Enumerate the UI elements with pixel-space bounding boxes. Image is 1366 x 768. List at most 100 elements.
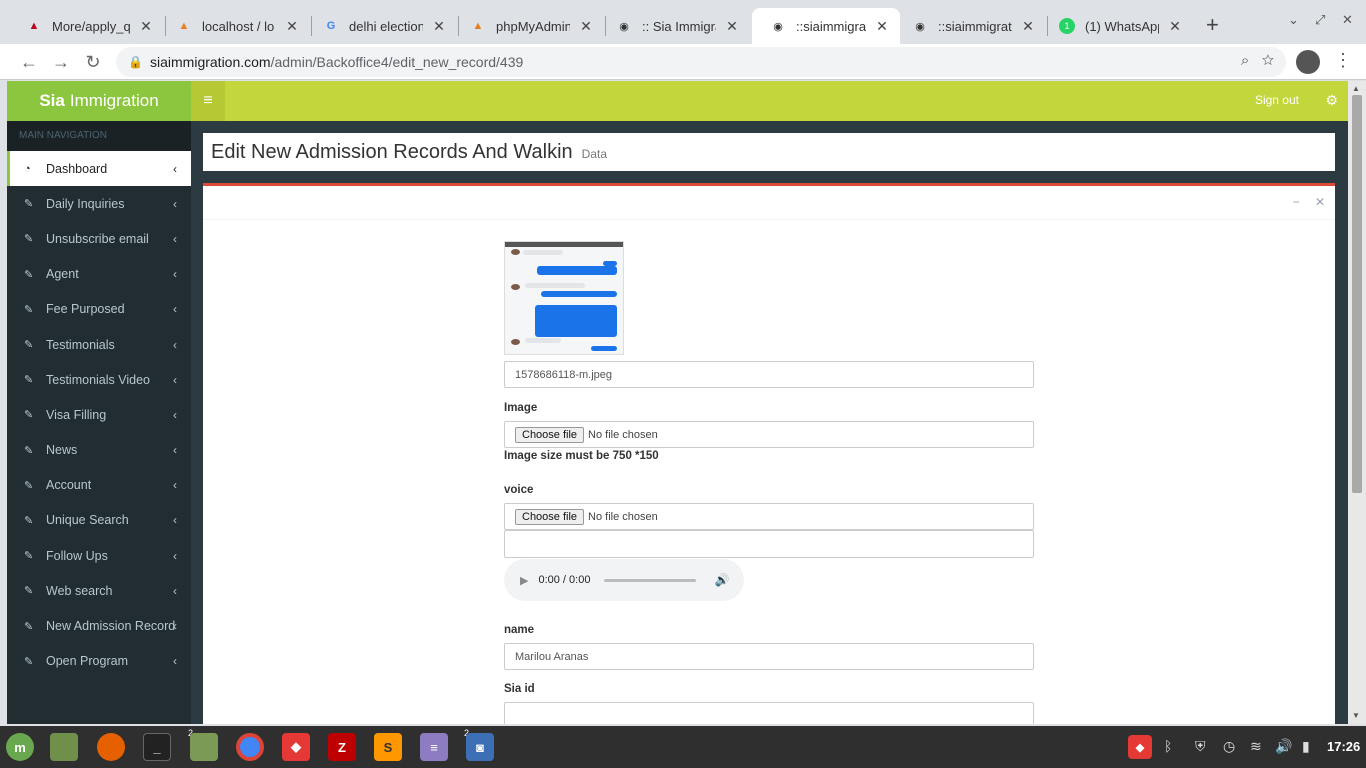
voice-choose-file-button[interactable]: Choose file (515, 508, 585, 525)
browser-tab-5[interactable]: ◉ :: Sia Immigrat ✕ (598, 8, 750, 44)
browser-tab-1[interactable]: ▲ More/apply_q ✕ (8, 8, 164, 44)
scroll-down-icon[interactable]: ▼ (1352, 711, 1360, 720)
name-label: name (504, 624, 535, 636)
battery-icon[interactable]: ▮ (1302, 738, 1310, 755)
forward-arrow-icon[interactable]: → (49, 50, 73, 74)
back-arrow-icon[interactable]: ← (17, 50, 41, 74)
audio-seek-slider[interactable] (604, 578, 697, 582)
pma-icon: ▲ (178, 20, 190, 32)
sublime-icon[interactable]: S (374, 733, 402, 761)
close-icon[interactable]: ✕ (874, 18, 890, 35)
maximize-icon[interactable]: ⤢ (1315, 12, 1325, 28)
chevron-left-icon: ‹ (173, 231, 177, 246)
browser-tab-4[interactable]: ▲ phpMyAdmin ✕ (452, 8, 604, 44)
form-box: − ✕ 1578686118-m.jpeg Image Choose file … (203, 183, 1335, 724)
image-file-input[interactable]: Choose file No file chosen (504, 421, 1034, 448)
chevron-left-icon: ‹ (173, 267, 177, 282)
new-tab-button[interactable]: + (1206, 14, 1219, 36)
reload-icon[interactable]: ↻ (81, 50, 105, 74)
hamburger-icon[interactable]: ≡ (191, 81, 225, 121)
top-navbar: ≡ Sign out ⚙ (191, 81, 1348, 121)
play-icon[interactable]: ▶ (520, 574, 528, 587)
nav-header: MAIN NAVIGATION (7, 121, 191, 151)
clock-icon[interactable]: ◷ (1223, 738, 1235, 755)
chevron-left-icon: ‹ (173, 619, 177, 634)
audio-player: ▶ 0:00 / 0:00 🔊 (504, 559, 744, 601)
sidebar-item-unique-search[interactable]: ✎ Unique Search ‹ (7, 503, 191, 538)
chevron-left-icon: ‹ (173, 548, 177, 563)
tab-title: (1) WhatsApp (1085, 18, 1159, 34)
sidebar-item-new-admission-record[interactable]: ✎ New Admission Record ‹ (7, 608, 191, 643)
sidebar-item-account[interactable]: ✎ Account ‹ (7, 468, 191, 503)
image-choose-file-button[interactable]: Choose file (515, 426, 585, 443)
browser-tab-8[interactable]: 1 (1) WhatsApp ✕ (1041, 8, 1193, 44)
address-bar[interactable]: 🔒 siaimmigration.com/admin/Backoffice4/e… (116, 47, 1286, 77)
sidebar-item-visa-filling[interactable]: ✎ Visa Filling ‹ (7, 397, 191, 432)
terminal-icon[interactable]: _ (143, 733, 171, 761)
voice-file-input[interactable]: Choose file No file chosen (504, 503, 1034, 530)
firefox-icon[interactable] (97, 733, 125, 761)
text-editor-icon[interactable]: ≡ (420, 733, 448, 761)
wifi-icon[interactable]: ≋ (1250, 738, 1262, 755)
cogs-icon[interactable]: ⚙ (1325, 92, 1338, 109)
page-scrollbar[interactable]: ▲ ▼ (1348, 81, 1366, 724)
chevron-left-icon: ‹ (173, 478, 177, 493)
zoom-icon[interactable]: ⌕ ☆ (1241, 52, 1274, 69)
sidebar-item-news[interactable]: ✎ News ‹ (7, 433, 191, 468)
close-icon[interactable]: ✕ (431, 18, 447, 35)
app-logo[interactable]: Sia Immigration (7, 81, 191, 121)
google-icon: G (326, 20, 336, 32)
url-path: /admin/Backoffice4/edit_new_record/439 (270, 54, 524, 70)
filezilla-icon[interactable]: Z (328, 733, 356, 761)
remove-icon[interactable]: ✕ (1315, 195, 1325, 209)
git-client-icon[interactable]: ◆ (282, 733, 310, 761)
audio-time: 0:00 / 0:00 (538, 574, 591, 586)
files-icon[interactable] (190, 733, 218, 761)
git-tray-icon[interactable]: ◆ (1128, 735, 1152, 759)
close-icon[interactable]: ✕ (578, 18, 594, 35)
browser-menu-icon[interactable]: ⋮ (1334, 50, 1352, 71)
sidebar-item-testimonials[interactable]: ✎ Testimonials ‹ (7, 327, 191, 362)
edit-icon: ✎ (24, 409, 34, 422)
shield-icon[interactable]: ⛨ (1195, 738, 1206, 755)
name-input[interactable]: Marilou Aranas (504, 643, 1034, 670)
volume-tray-icon[interactable]: 🔊 (1275, 738, 1292, 755)
browser-tab-2[interactable]: ▲ localhost / lo ✕ (158, 8, 310, 44)
window-close-icon[interactable]: ✕ (1342, 12, 1353, 28)
taskbar-clock[interactable]: 17:26 (1327, 739, 1360, 754)
browser-tab-active[interactable]: ◉ ::siaimmigratio ✕ (752, 8, 900, 44)
close-icon[interactable]: ✕ (1167, 18, 1183, 35)
tab-title: ::siaimmigratio (796, 18, 866, 34)
show-desktop-icon[interactable] (50, 733, 78, 761)
sidebar-item-follow-ups[interactable]: ✎ Follow Ups ‹ (7, 538, 191, 573)
browser-tab-3[interactable]: G delhi election ✕ (305, 8, 457, 44)
minimize-icon[interactable]: ⌄ (1288, 12, 1299, 28)
profile-avatar[interactable] (1296, 50, 1320, 74)
screenshot-icon[interactable]: ◙ (466, 733, 494, 761)
sidebar-item-agent[interactable]: ✎ Agent ‹ (7, 257, 191, 292)
voice-text-field[interactable] (504, 530, 1034, 558)
scroll-thumb[interactable] (1352, 95, 1362, 493)
sidebar-item-unsubscribe-email[interactable]: ✎ Unsubscribe email ‹ (7, 221, 191, 256)
mint-menu-icon[interactable]: m (6, 733, 34, 761)
bluetooth-icon[interactable]: ᛒ (1164, 738, 1172, 754)
sidebar-item-web-search[interactable]: ✎ Web search ‹ (7, 573, 191, 608)
sia-id-input[interactable] (504, 702, 1034, 724)
sidebar-item-open-program[interactable]: ✎ Open Program ‹ (7, 644, 191, 679)
close-icon[interactable]: ✕ (1020, 18, 1036, 35)
chrome-icon[interactable] (236, 733, 264, 761)
browser-tab-7[interactable]: ◉ ::siaimmigratio ✕ (894, 8, 1046, 44)
sidebar-item-testimonials-video[interactable]: ✎ Testimonials Video ‹ (7, 362, 191, 397)
volume-icon[interactable]: 🔊 (714, 573, 729, 587)
edit-icon: ✎ (24, 655, 34, 668)
sidebar-item-dashboard[interactable]: ◔ Dashboard ‹ (7, 151, 191, 187)
scroll-up-icon[interactable]: ▲ (1352, 84, 1360, 93)
close-icon[interactable]: ✕ (138, 18, 154, 35)
collapse-icon[interactable]: − (1293, 195, 1300, 209)
close-icon[interactable]: ✕ (284, 18, 300, 35)
sidebar-item-daily-inquiries[interactable]: ✎ Daily Inquiries ‹ (7, 186, 191, 221)
sign-out-link[interactable]: Sign out (1255, 93, 1299, 107)
current-image-filename-field[interactable]: 1578686118-m.jpeg (504, 361, 1034, 388)
sidebar-item-fee-purposed[interactable]: ✎ Fee Purposed ‹ (7, 292, 191, 327)
close-icon[interactable]: ✕ (724, 18, 740, 35)
